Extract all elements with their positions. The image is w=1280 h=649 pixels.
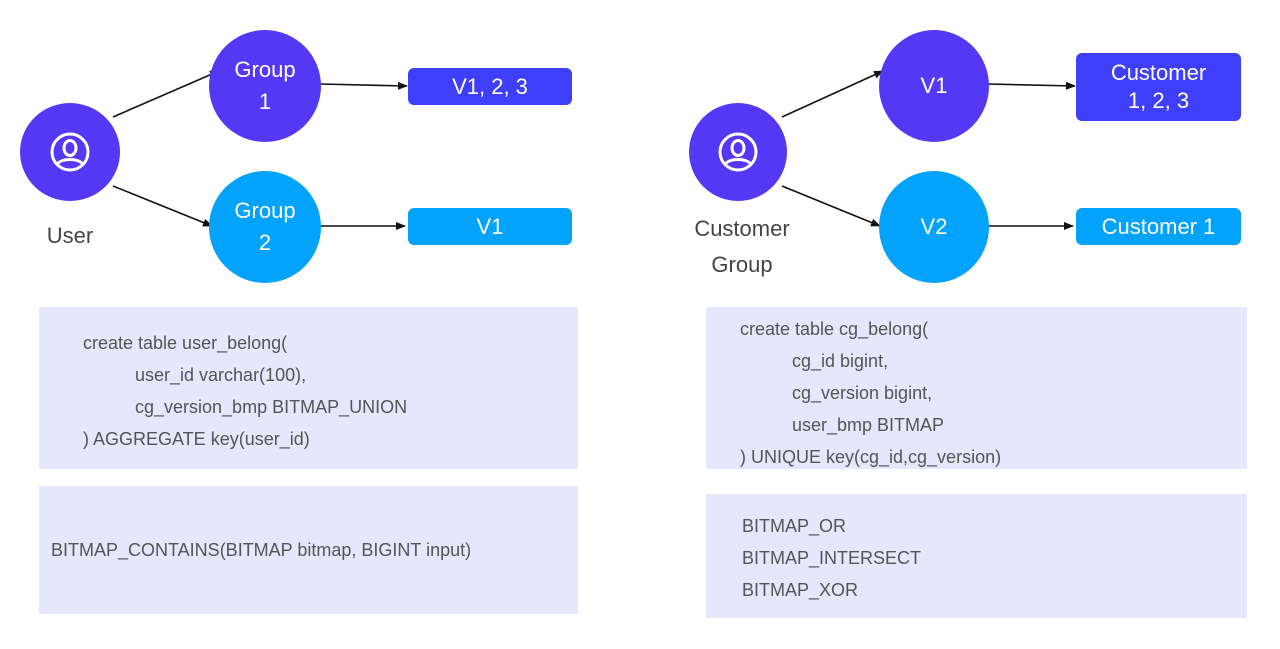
schema-line: user_id varchar(100), (135, 365, 307, 385)
schema-line: ) AGGREGATE key(user_id) (83, 429, 310, 449)
cg-belong-schema-box: create table cg_belong( cg_id bigint, cg… (706, 307, 1247, 469)
cg-functions-box: BITMAP_OR BITMAP_INTERSECT BITMAP_XOR (706, 494, 1247, 618)
group1-value-box: V1, 2, 3 (408, 68, 572, 105)
v2-node: V2 (879, 171, 989, 283)
customer-group-node (689, 103, 787, 201)
group1-value: V1, 2, 3 (452, 73, 528, 99)
customer-group-label-line1: Customer (694, 216, 790, 241)
customer-group-label: Customer Group (677, 211, 807, 283)
schema-line: user_bmp BITMAP (792, 415, 945, 435)
schema-line: cg_version bigint, (792, 383, 933, 403)
function-line: BITMAP_XOR (742, 580, 859, 600)
arrow-cg-to-v1 (781, 70, 884, 118)
function-line: BITMAP_INTERSECT (742, 548, 922, 568)
schema-line: cg_version_bmp BITMAP_UNION (135, 397, 408, 417)
group1-node: Group 1 (209, 30, 321, 142)
user-node (20, 103, 120, 201)
v1-node: V1 (879, 30, 989, 142)
function-line: BITMAP_CONTAINS(BITMAP bitmap, BIGINT in… (51, 540, 472, 560)
user-label: User (46, 223, 94, 248)
v1-value-line1: Customer (1110, 60, 1207, 85)
v2-value-box: Customer 1 (1076, 208, 1241, 245)
schema-line: cg_id bigint, (792, 351, 889, 371)
customer-group-label-line2: Group (711, 252, 773, 277)
v2-value: Customer 1 (1101, 213, 1216, 239)
group1-label-line2: 1 (258, 89, 272, 114)
group2-label-line1: Group (234, 198, 296, 223)
arrow-v1-to-value (987, 81, 1076, 90)
user-belong-schema-box: create table user_belong( user_id varcha… (39, 307, 578, 469)
schema-line: ) UNIQUE key(cg_id,cg_version) (740, 447, 1002, 467)
group2-label-line2: 2 (258, 230, 272, 255)
function-line: BITMAP_OR (742, 516, 847, 536)
group2-value: V1 (476, 213, 504, 239)
schema-line: create table cg_belong( (740, 319, 929, 339)
v1-label: V1 (920, 73, 948, 98)
group2-value-box: V1 (408, 208, 572, 245)
user-circle-icon (50, 132, 90, 172)
arrow-user-to-group2 (112, 185, 213, 227)
arrow-group1-to-value (319, 81, 408, 90)
v2-label: V2 (920, 214, 948, 239)
v1-value-box: Customer 1, 2, 3 (1076, 53, 1241, 121)
user-functions-box: BITMAP_CONTAINS(BITMAP bitmap, BIGINT in… (39, 486, 578, 614)
group1-label-line1: Group (234, 57, 296, 82)
user-circle-icon (718, 132, 758, 172)
schema-line: create table user_belong( (83, 333, 288, 353)
v1-value-line2: 1, 2, 3 (1127, 88, 1190, 113)
group2-node: Group 2 (209, 171, 321, 283)
arrow-user-to-group1 (112, 70, 220, 118)
